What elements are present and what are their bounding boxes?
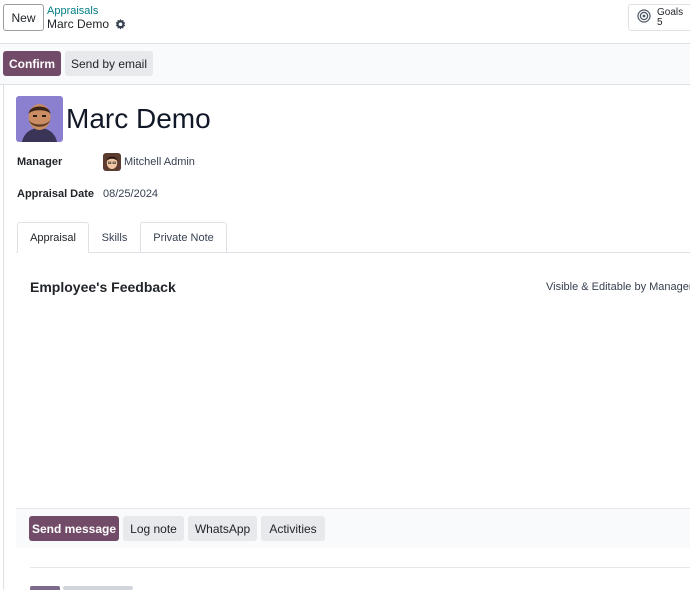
activities-button[interactable]: Activities bbox=[261, 516, 325, 541]
manager-label: Manager bbox=[17, 156, 63, 168]
breadcrumb-current: Marc Demo bbox=[47, 17, 126, 31]
employee-avatar[interactable] bbox=[16, 96, 63, 142]
appraisal-date-label: Appraisal Date bbox=[17, 188, 95, 200]
goals-label: Goals bbox=[657, 6, 684, 18]
tab-skills[interactable]: Skills bbox=[89, 222, 140, 253]
gear-icon[interactable] bbox=[115, 18, 126, 30]
send-by-email-button[interactable]: Send by email bbox=[65, 51, 153, 76]
status-bar: Confirm Send by email bbox=[0, 44, 690, 85]
feedback-visibility: Visible & Editable by Manager bbox=[546, 281, 690, 293]
goals-count: 5 bbox=[657, 16, 663, 28]
chatter-toolbar: Send message Log note WhatsApp Activitie… bbox=[16, 508, 690, 548]
tab-appraisal[interactable]: Appraisal bbox=[17, 222, 89, 253]
employee-name[interactable]: Marc Demo bbox=[66, 103, 211, 135]
manager-value[interactable]: Mitchell Admin bbox=[124, 156, 195, 168]
send-message-button[interactable]: Send message bbox=[29, 516, 119, 541]
message-author-placeholder bbox=[63, 586, 133, 590]
goals-stat: Goals 5 bbox=[657, 6, 684, 28]
control-panel: New Appraisals Marc Demo Goals 5 bbox=[0, 0, 690, 44]
appraisal-date-value[interactable]: 08/25/2024 bbox=[103, 188, 158, 200]
new-button[interactable]: New bbox=[3, 4, 44, 31]
tab-private-note[interactable]: Private Note bbox=[140, 222, 227, 253]
log-note-button[interactable]: Log note bbox=[123, 516, 184, 541]
chatter-divider bbox=[30, 567, 690, 568]
target-icon bbox=[637, 9, 651, 26]
whatsapp-button[interactable]: WhatsApp bbox=[188, 516, 257, 541]
goals-smart-button[interactable]: Goals 5 bbox=[628, 4, 690, 31]
message-author-avatar bbox=[30, 586, 60, 590]
feedback-title: Employee's Feedback bbox=[30, 279, 176, 295]
breadcrumb-parent-link[interactable]: Appraisals bbox=[47, 5, 98, 17]
manager-avatar bbox=[103, 153, 121, 171]
confirm-button[interactable]: Confirm bbox=[3, 51, 61, 76]
breadcrumb-current-label: Marc Demo bbox=[47, 17, 110, 31]
